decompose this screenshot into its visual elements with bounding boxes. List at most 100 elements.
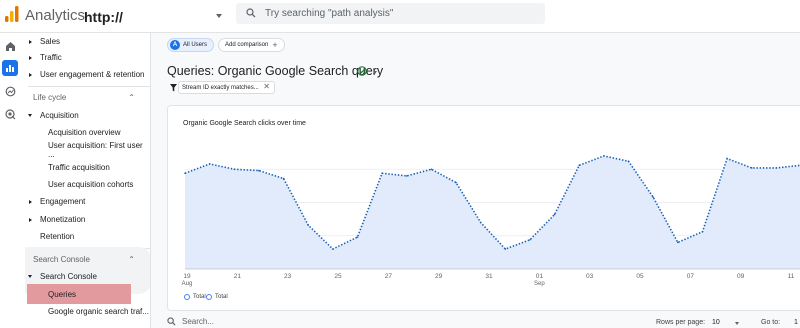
sidebar-item-engagement[interactable]: Engagement	[20, 193, 150, 210]
add-comparison-label: Add comparison	[225, 42, 269, 48]
sidebar-item-user-acquisition-cohorts[interactable]: User acquisition cohorts	[20, 176, 150, 193]
data-point[interactable]	[578, 164, 581, 167]
rows-per-page-select[interactable]: 10	[712, 319, 720, 326]
all-users-label: All Users	[183, 42, 208, 48]
home-icon[interactable]	[2, 38, 18, 54]
check-circle-icon[interactable]	[357, 66, 367, 76]
data-point[interactable]	[356, 236, 359, 238]
data-point[interactable]	[332, 248, 334, 250]
plus-icon: +	[272, 40, 278, 50]
x-tick-label: 07	[687, 273, 695, 280]
main-content: A All Users Add comparison + Queries: Or…	[151, 33, 800, 328]
sidebar: Sales Traffic User engagement & retentio…	[20, 33, 151, 328]
table-search-placeholder: Search...	[182, 317, 215, 326]
add-comparison-button[interactable]: Add comparison +	[218, 38, 285, 52]
reports-icon[interactable]	[2, 60, 18, 76]
property-selector[interactable]: http://	[84, 9, 123, 25]
x-tick-label: 23	[284, 273, 292, 280]
sidebar-item-traffic-acquisition[interactable]: Traffic acquisition	[20, 159, 150, 176]
sidebar-item-google-organic-search[interactable]: Google organic search traf...	[20, 303, 150, 320]
advertising-icon[interactable]	[2, 106, 18, 122]
top-bar: Analytics http:// Try searching "path an…	[0, 0, 800, 33]
rows-dropdown-icon[interactable]	[735, 322, 739, 325]
filter-chip[interactable]: Stream ID exactly matches... ✕	[178, 81, 275, 94]
chart-card: Organic Google Search clicks over time 1…	[167, 105, 800, 311]
lifecycle-header[interactable]: Life cycle ⌃	[20, 89, 150, 106]
data-point[interactable]	[430, 168, 433, 171]
sidebar-item-traffic[interactable]: Traffic	[20, 49, 150, 66]
search-icon	[167, 317, 176, 326]
analytics-logo-icon	[5, 6, 19, 22]
sidebar-item-acquisition-overview[interactable]: Acquisition overview	[20, 124, 150, 141]
explore-icon[interactable]	[2, 83, 18, 99]
data-point[interactable]	[184, 172, 186, 175]
x-tick-month-label: Aug	[182, 281, 193, 287]
data-point[interactable]	[529, 238, 531, 241]
sidebar-item-user-engagement[interactable]: User engagement & retention	[20, 66, 150, 83]
close-icon[interactable]: ✕	[263, 82, 270, 91]
data-point[interactable]	[479, 221, 482, 224]
segment-badge: A	[170, 40, 180, 50]
x-tick-label: 25	[334, 273, 342, 280]
data-point[interactable]	[258, 169, 260, 172]
all-users-chip[interactable]: A All Users	[167, 38, 215, 52]
data-point[interactable]	[381, 172, 383, 175]
sidebar-item-queries[interactable]: Queries	[20, 286, 150, 303]
sidebar-item-sales[interactable]: Sales	[20, 33, 150, 50]
x-tick-label: 21	[234, 273, 242, 280]
data-point[interactable]	[282, 177, 285, 180]
data-point[interactable]	[455, 181, 457, 184]
title-dropdown-icon[interactable]	[373, 71, 377, 74]
x-tick-label: 09	[737, 273, 745, 280]
table-search-input[interactable]: Search...	[167, 317, 214, 326]
legend-dot-icon	[184, 294, 190, 300]
search-placeholder: Try searching "path analysis"	[265, 8, 394, 19]
data-point[interactable]	[750, 167, 753, 169]
rows-per-page-label: Rows per page:	[656, 319, 706, 326]
data-point[interactable]	[405, 175, 408, 177]
x-tick-label: 01	[536, 273, 544, 280]
sidebar-item-monetization[interactable]: Monetization	[20, 211, 150, 228]
data-point[interactable]	[677, 241, 679, 244]
left-rail	[0, 33, 20, 328]
search-bar[interactable]: Try searching "path analysis"	[236, 3, 545, 24]
x-tick-label: 05	[636, 273, 644, 280]
data-point[interactable]	[504, 248, 507, 250]
data-point[interactable]	[726, 157, 728, 160]
page-title: Queries: Organic Google Search query	[167, 64, 384, 78]
data-point[interactable]	[307, 224, 309, 226]
sidebar-item-acquisition[interactable]: Acquisition	[20, 107, 150, 124]
property-dropdown-icon[interactable]	[216, 14, 222, 18]
data-point[interactable]	[627, 160, 630, 163]
filter-text: Stream ID exactly matches...	[182, 84, 259, 91]
x-tick-label: 03	[586, 273, 594, 280]
divider	[28, 86, 150, 87]
data-point[interactable]	[208, 163, 211, 165]
filter-icon	[170, 84, 177, 92]
search-icon	[246, 8, 256, 18]
goto-label: Go to:	[761, 319, 781, 326]
sidebar-item-retention[interactable]: Retention	[20, 228, 150, 245]
data-point[interactable]	[701, 230, 704, 233]
app-title: Analytics	[25, 7, 86, 24]
data-point[interactable]	[652, 196, 654, 198]
x-tick-label: 19	[183, 273, 191, 280]
line-chart: 19Aug 21 23 25 27 29 31 01Sep 03 05 07 09 11	[182, 155, 800, 287]
data-point[interactable]	[233, 168, 236, 171]
legend-item[interactable]: Total	[184, 294, 206, 300]
goto-input[interactable]: 1	[794, 319, 798, 326]
search-console-header[interactable]: Search Console ⌃	[20, 251, 150, 268]
x-tick-label: 27	[385, 273, 393, 280]
sidebar-item-search-console[interactable]: Search Console	[20, 268, 150, 285]
x-tick-label: 31	[485, 273, 493, 280]
data-point[interactable]	[553, 213, 556, 216]
series-area	[185, 155, 800, 269]
chevron-up-icon: ⌃	[128, 255, 135, 264]
sidebar-item-user-acquisition[interactable]: User acquisition: First user ...	[20, 141, 150, 159]
legend-dot-icon	[206, 294, 212, 300]
legend-item[interactable]: Total	[206, 294, 228, 300]
data-point[interactable]	[603, 155, 605, 157]
data-point[interactable]	[775, 167, 778, 169]
x-tick-month-label: Sep	[534, 281, 545, 287]
x-tick-label: 11	[788, 273, 795, 280]
